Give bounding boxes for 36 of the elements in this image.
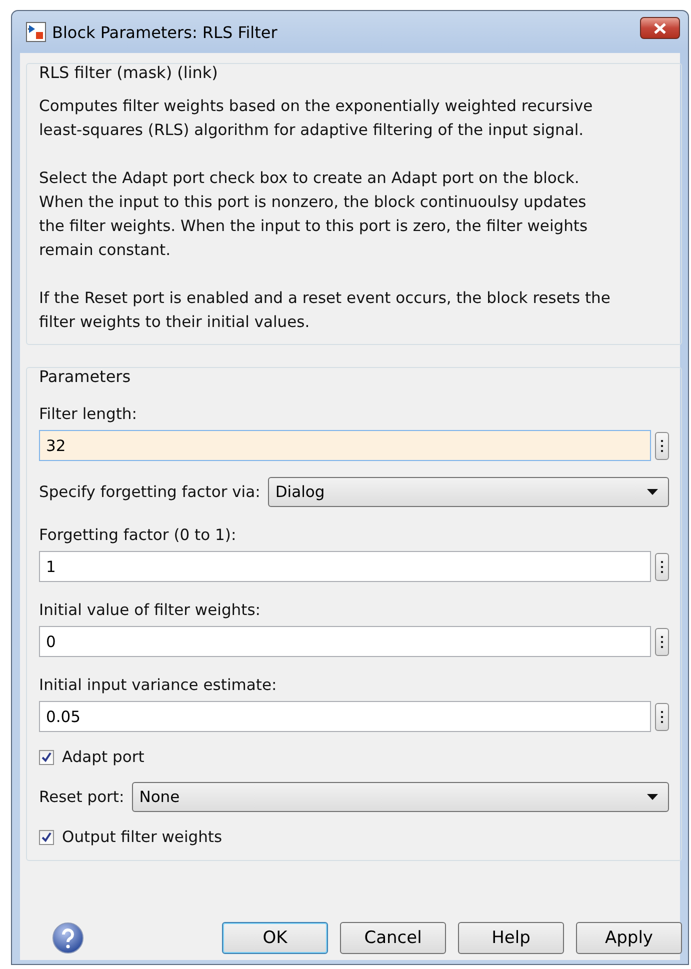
close-button[interactable] [640,17,680,39]
caret-icon [647,489,658,495]
more-options-button[interactable] [655,432,669,460]
field-label: Forgetting factor (0 to 1): [39,525,238,545]
field-label: Initial input variance estimate: [39,675,278,695]
input-field[interactable]: 0.05 [39,701,651,732]
window-title: Block Parameters: RLS Filter [52,22,278,42]
input-field[interactable]: 0 [39,626,651,657]
help-icon[interactable] [52,922,84,954]
dialog-button[interactable]: Apply [576,922,682,954]
input-field[interactable]: 32 [39,430,651,461]
dropdown[interactable]: None [132,782,669,812]
more-options-button[interactable] [655,702,669,730]
block-icon [26,22,46,42]
checkmark-icon [41,832,52,842]
checkbox[interactable] [39,750,54,764]
dialog-button[interactable]: OK [222,922,328,954]
field-label: Initial value of filter weights: [39,600,262,620]
dropdown[interactable]: Dialog [268,477,669,507]
description-text: If the Reset port is enabled and a reset event occurs, the block resets the filter weights to their initial values. [39,288,612,333]
description-text: Computes filter weights based on the exponentially weighted recursive least-squares (RLS) algorithm for adaptive filtering of the input signal. [39,96,594,141]
caret-icon [647,794,658,800]
input-field[interactable]: 1 [39,551,651,582]
dialog-button[interactable]: Help [458,922,564,954]
more-options-button[interactable] [655,552,669,580]
checkbox-label: Adapt port [62,748,144,766]
more-options-button[interactable] [655,628,669,656]
close-icon [653,22,667,34]
dialog-button[interactable]: Cancel [340,922,446,954]
checkmark-icon [41,752,52,762]
field-label: Reset port: [39,788,124,806]
field-label: Filter length: [39,404,138,424]
description-text: Select the Adapt port check box to create an Adapt port on the block. When the input to this port is nonzero, the block continuoulsy updates the filter weights. When the input to this port is zero, the filter weights remain constant. [39,168,589,261]
checkbox-label: Output filter weights [62,828,222,846]
field-label: Specify forgetting factor via: [39,483,260,501]
checkbox[interactable] [39,830,54,844]
